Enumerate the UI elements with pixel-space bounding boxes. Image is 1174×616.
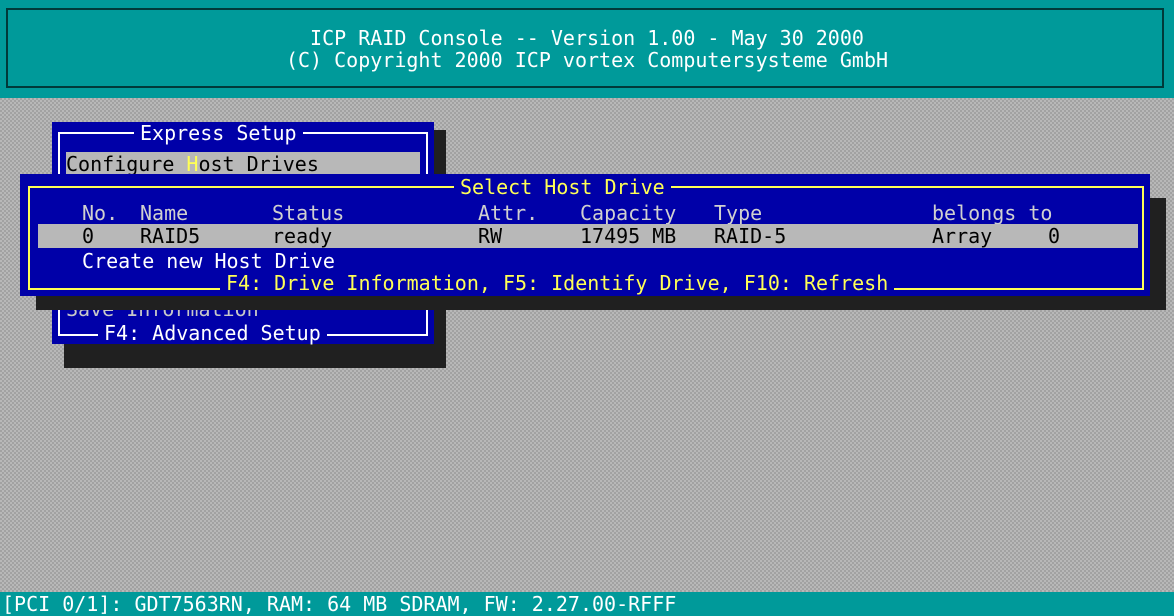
status-bar: [PCI 0/1]: GDT7563RN, RAM: 64 MB SDRAM, … xyxy=(0,592,1174,616)
column-header-name: Name xyxy=(140,201,189,225)
host-drive-dialog-shadow-bottom xyxy=(36,296,1166,310)
row-no: 0 xyxy=(82,224,95,248)
create-new-host-drive[interactable]: Create new Host Drive xyxy=(82,250,335,272)
select-host-drive-dialog: Select Host Drive No. Name Status Attr. … xyxy=(20,174,1150,296)
express-setup-footer[interactable]: F4: Advanced Setup xyxy=(98,322,327,344)
menu-item-label-pre: Configure xyxy=(66,152,187,176)
row-capacity: 17495 MB xyxy=(580,224,677,248)
app-title: ICP RAID Console -- Version 1.00 - May 3… xyxy=(310,26,864,50)
column-header-belongs-to: belongs to xyxy=(932,201,1053,225)
column-header-no: No. xyxy=(82,201,119,225)
console-screen: ICP RAID Console -- Version 1.00 - May 3… xyxy=(0,0,1174,616)
column-header-attr: Attr. xyxy=(478,201,539,225)
row-name: RAID5 xyxy=(140,224,201,248)
host-drive-dialog-title: Select Host Drive xyxy=(454,176,671,198)
column-header-capacity: Capacity xyxy=(580,201,677,225)
menu-item-hotkey: H xyxy=(186,152,199,176)
row-belongs-to: Array xyxy=(932,224,993,248)
menu-item-label-post: ost Drives xyxy=(198,152,319,176)
host-drive-row[interactable]: 0 RAID5 ready RW 17495 MB RAID-5 Array 0 xyxy=(38,224,1138,248)
menu-item-configure-host-drives[interactable]: Configure Host Drives xyxy=(66,152,420,176)
express-setup-shadow xyxy=(64,344,446,368)
app-header: ICP RAID Console -- Version 1.00 - May 3… xyxy=(0,0,1174,98)
row-belongs-num: 0 xyxy=(1048,224,1061,248)
row-status: ready xyxy=(272,224,333,248)
column-header-type: Type xyxy=(714,201,763,225)
host-drive-dialog-footer: F4: Drive Information, F5: Identify Driv… xyxy=(220,272,895,294)
row-type: RAID-5 xyxy=(714,224,787,248)
express-setup-title: Express Setup xyxy=(134,122,303,144)
column-header-status: Status xyxy=(272,201,345,225)
copyright-text: (C) Copyright 2000 ICP vortex Computersy… xyxy=(285,48,889,72)
row-attr: RW xyxy=(478,224,503,248)
